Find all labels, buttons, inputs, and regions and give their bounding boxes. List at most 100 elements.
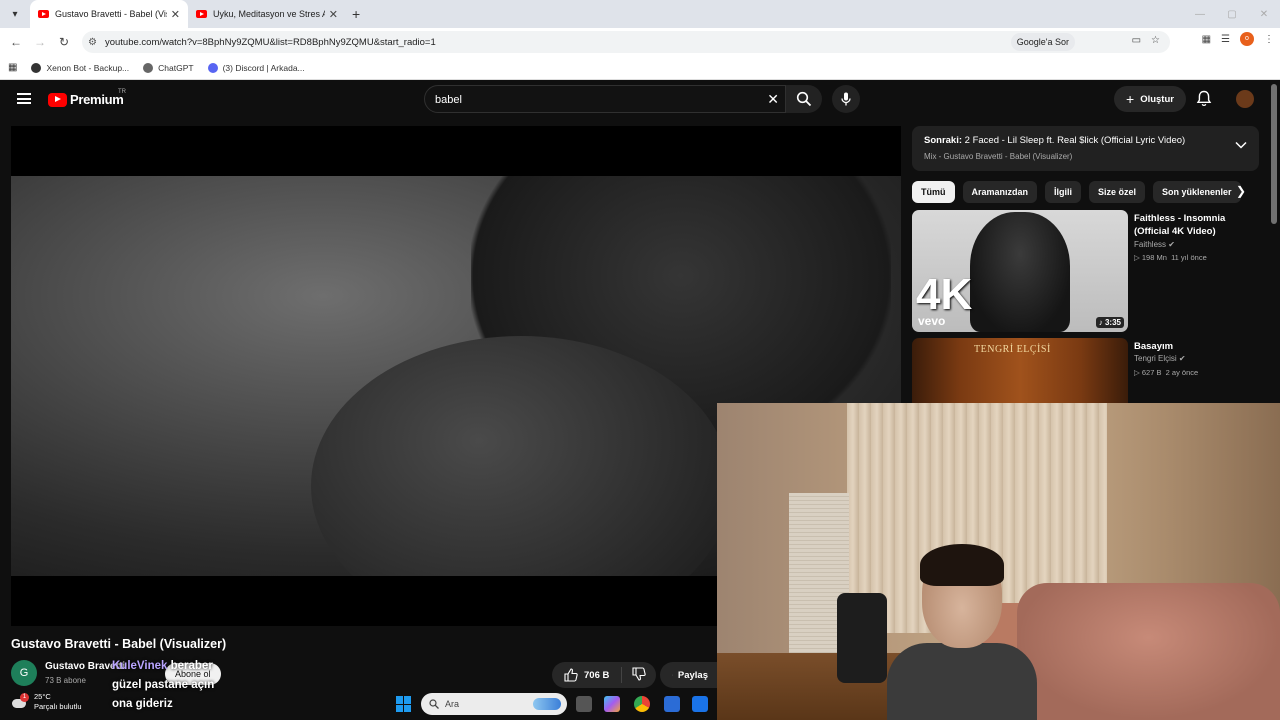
bookmark-item[interactable]: ChatGPT <box>143 62 194 73</box>
voice-search-button[interactable] <box>832 85 860 113</box>
close-tab-icon[interactable]: ✕ <box>329 8 338 21</box>
search-input[interactable]: babel ✕ <box>424 85 786 113</box>
chatgpt-favicon-icon <box>143 62 154 73</box>
recommendation-title[interactable]: Faithless - Insomnia (Official 4K Video) <box>1134 212 1259 238</box>
webcam-overlay <box>717 403 1280 720</box>
share-icon <box>672 674 673 676</box>
search-query: babel <box>435 94 462 106</box>
thumbnail-portrait <box>970 212 1070 332</box>
webcam-person <box>887 544 1037 720</box>
recommendation-title[interactable]: Basayım <box>1134 340 1259 353</box>
apps-grid-icon[interactable]: ▦ <box>8 62 17 73</box>
menu-icon[interactable]: ⋮ <box>1264 34 1274 45</box>
chevron-down-icon[interactable] <box>1235 140 1247 150</box>
channel-avatar[interactable]: G <box>11 660 37 686</box>
search-icon <box>796 91 812 107</box>
chip-all[interactable]: Tümü <box>912 181 955 203</box>
taskbar-search-placeholder: Ara <box>445 699 460 709</box>
forward-icon[interactable]: → <box>28 35 52 49</box>
xenon-favicon-icon <box>31 62 42 73</box>
browser-tab[interactable]: Uyku, Meditasyon ve Stres Atma ✕ <box>188 0 346 28</box>
youtube-favicon-icon <box>38 10 49 18</box>
minimize-icon[interactable]: — <box>1184 9 1216 20</box>
copilot-icon[interactable] <box>604 696 620 712</box>
next-up-video: 2 Faced - Lil Sleep ft. Real $lick (Offi… <box>964 135 1186 146</box>
profile-avatar[interactable]: o <box>1240 32 1254 46</box>
create-button[interactable]: + Oluştur <box>1114 86 1186 112</box>
recommendation-item[interactable]: 4K vevo ♪ 3:35 Faithless - Insomnia (Off… <box>912 210 1262 335</box>
hamburger-menu-icon[interactable] <box>17 93 31 104</box>
taskbar-search-input[interactable]: Ara <box>421 693 567 715</box>
page-scrollbar[interactable] <box>1271 84 1277 224</box>
chip-from-search[interactable]: Aramanızdan <box>962 181 1038 203</box>
search-highlight-icon <box>533 698 561 710</box>
temperature: 25°C <box>34 692 51 701</box>
recommendation-channel[interactable]: Faithless ✔ <box>1134 240 1175 249</box>
logo-word: Premium <box>70 92 124 107</box>
like-dislike-bar: 706 B <box>552 662 657 688</box>
thumbs-down-icon <box>632 666 647 681</box>
recommendation-item[interactable]: TENGRİ ELÇİSİ Basayım Tengri Elçisi ✔ ▷ … <box>912 338 1262 460</box>
tab-title: Uyku, Meditasyon ve Stres Atma <box>213 9 325 19</box>
channel-label: Tengri Elçisi <box>1134 354 1177 363</box>
install-app-icon[interactable]: ▭ <box>1132 35 1141 46</box>
store-icon[interactable] <box>664 696 680 712</box>
chip-recent[interactable]: Son yüklenenler <box>1153 181 1241 203</box>
site-info-icon[interactable]: ⚙ <box>88 37 97 48</box>
chevron-right-icon[interactable]: ❯ <box>1236 184 1246 198</box>
recommendation-channel[interactable]: Tengri Elçisi ✔ <box>1134 354 1186 363</box>
google-ask-label: Google'a Sor <box>1016 37 1069 47</box>
bookmark-item[interactable]: (3) Discord | Arkada... <box>207 62 305 73</box>
window-controls: — ▢ ✕ <box>1184 0 1280 28</box>
webcam-bag <box>837 593 887 683</box>
task-view-icon[interactable] <box>576 696 592 712</box>
weather-text: 25°C Parçalı bulutlu <box>34 692 82 712</box>
like-count: 706 B <box>584 669 610 681</box>
plus-icon: + <box>1126 91 1135 107</box>
reload-icon[interactable]: ↻ <box>52 35 76 49</box>
youtube-premium-logo[interactable]: Premium TR <box>48 89 126 107</box>
channel-label: Faithless <box>1134 240 1167 249</box>
taskbar-weather[interactable]: 1 25°C Parçalı bulutlu <box>12 692 82 712</box>
media-icon[interactable]: ☰ <box>1221 34 1230 45</box>
view-count: 198 Mn <box>1141 253 1167 262</box>
bookmark-label: Xenon Bot - Backup... <box>46 62 130 73</box>
back-icon[interactable]: ← <box>4 35 28 49</box>
like-button[interactable]: 706 B <box>552 667 623 683</box>
share-button[interactable]: Paylaş <box>660 662 720 688</box>
account-avatar[interactable] <box>1236 90 1254 108</box>
video-thumbnail[interactable]: 4K vevo ♪ 3:35 <box>912 210 1128 332</box>
notifications-bell-icon[interactable] <box>1196 90 1212 107</box>
new-tab-button[interactable]: + <box>352 6 360 22</box>
verified-icon: ✔ <box>1178 354 1186 363</box>
tab-search-button[interactable]: ▾ <box>4 3 26 25</box>
playlist-next-up[interactable]: Sonraki: 2 Faced - Lil Sleep ft. Real $l… <box>912 126 1259 171</box>
search-button[interactable] <box>786 85 822 113</box>
close-window-icon[interactable]: ✕ <box>1248 9 1280 20</box>
extensions-icon[interactable]: ▦ <box>1202 34 1211 45</box>
cloud-icon: 1 <box>12 693 29 709</box>
video-title: Gustavo Bravetti - Babel (Visualizer) <box>11 637 227 651</box>
maximize-icon[interactable]: ▢ <box>1216 9 1248 20</box>
browser-tab-active[interactable]: Gustavo Bravetti - Babel (Visualizer) ✕ <box>30 0 188 28</box>
play-count-icon: ▷ <box>1134 253 1142 262</box>
omnibox-actions: ▭ ☆ <box>1132 35 1160 46</box>
person-body <box>887 643 1037 720</box>
dislike-button[interactable] <box>622 666 656 684</box>
address-bar[interactable]: ⚙ youtube.com/watch?v=8BphNy9ZQMU&list=R… <box>82 31 1170 53</box>
recommendation-meta: ▷ 198 Mn 11 yıl önce <box>1134 253 1207 262</box>
chip-related[interactable]: İlgili <box>1045 181 1082 203</box>
windows-start-icon[interactable] <box>396 696 412 712</box>
outlook-icon[interactable] <box>692 696 708 712</box>
chip-for-you[interactable]: Size özel <box>1089 181 1146 203</box>
microphone-icon <box>841 92 851 106</box>
chrome-icon[interactable] <box>634 696 650 712</box>
google-ask-button[interactable]: Google'a Sor <box>1010 33 1075 51</box>
recommendation-meta: ▷ 627 B 2 ay önce <box>1134 368 1198 377</box>
close-tab-icon[interactable]: ✕ <box>171 8 180 21</box>
bookmark-item[interactable]: Xenon Bot - Backup... <box>31 62 130 73</box>
browser-toolbar: ← → ↻ ⚙ youtube.com/watch?v=8BphNy9ZQMU&… <box>0 28 1280 56</box>
next-up-title: Sonraki: 2 Faced - Lil Sleep ft. Real $l… <box>924 135 1185 146</box>
clear-search-icon[interactable]: ✕ <box>767 91 779 108</box>
bookmark-star-icon[interactable]: ☆ <box>1151 35 1160 46</box>
